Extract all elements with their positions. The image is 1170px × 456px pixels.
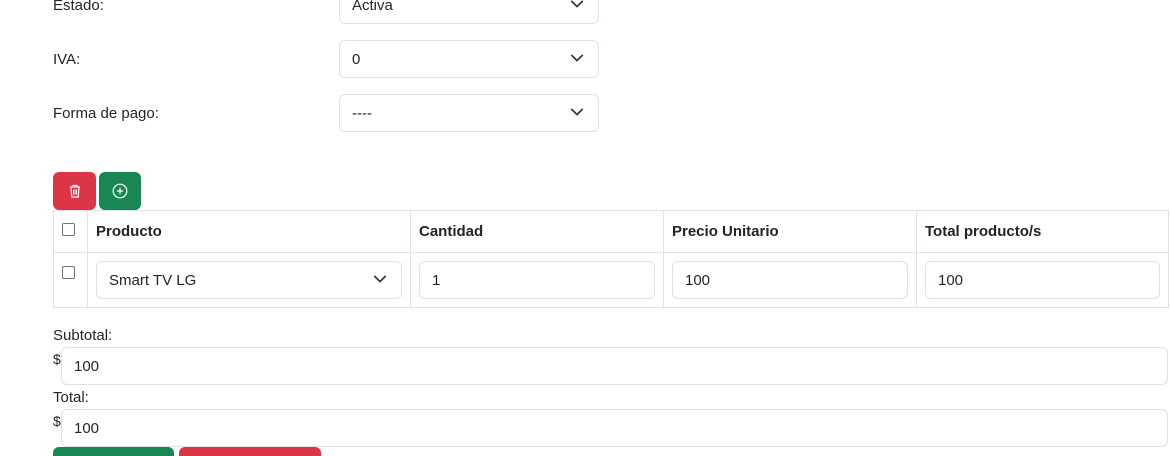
chevron-down-icon [570,54,584,62]
plus-circle-icon [112,183,128,199]
producto-select[interactable]: Smart TV LG [96,261,402,299]
invoice-form: Estado: Activa IVA: 0 Forma de pago: ---… [0,0,1170,456]
total-sum-value: 100 [74,419,100,437]
total-label: Total: [53,389,89,406]
header-cantidad: Cantidad [410,210,664,253]
estado-label: Estado: [53,0,104,14]
forma-pago-select-value: ---- [352,104,372,122]
subtotal-input[interactable]: 100 [61,347,1168,385]
products-table: Producto Cantidad Precio Unitario Total … [53,210,1169,308]
row-select-cell [53,252,88,308]
header-producto: Producto [87,210,411,253]
trash-icon [69,184,80,198]
row-checkbox[interactable] [62,266,75,279]
total-value: 100 [938,271,964,289]
precio-unitario-input[interactable]: 100 [672,261,908,299]
cancel-button[interactable] [179,447,321,456]
total-currency: $ [53,413,61,429]
iva-label: IVA: [53,51,81,68]
forma-pago-select[interactable]: ---- [339,94,599,132]
forma-pago-label: Forma de pago: [53,105,159,122]
producto-cell: Smart TV LG [87,252,411,308]
header-precio-unitario: Precio Unitario [663,210,917,253]
total-producto-input[interactable]: 100 [925,261,1160,299]
cantidad-input[interactable]: 1 [419,261,655,299]
precio-value: 100 [685,271,711,289]
total-cell: 100 [916,252,1169,308]
select-all-checkbox[interactable] [62,223,75,236]
producto-select-value: Smart TV LG [109,271,197,289]
chevron-down-icon [570,0,584,8]
cantidad-value: 1 [432,271,441,289]
subtotal-value: 100 [74,357,100,375]
precio-cell: 100 [663,252,917,308]
chevron-down-icon [373,275,387,283]
iva-select-value: 0 [352,50,361,68]
iva-select[interactable]: 0 [339,40,599,78]
add-row-button[interactable] [99,172,141,210]
table-header-row: Producto Cantidad Precio Unitario Total … [53,210,1169,253]
cantidad-cell: 1 [410,252,664,308]
subtotal-label: Subtotal: [53,327,113,344]
total-input[interactable]: 100 [61,409,1168,447]
estado-select[interactable]: Activa [339,0,599,24]
estado-select-value: Activa [352,0,393,14]
save-button[interactable] [53,447,174,456]
subtotal-currency: $ [53,351,61,367]
chevron-down-icon [570,108,584,116]
table-row: Smart TV LG 1 100 100 [53,252,1169,308]
header-total-producto: Total producto/s [916,210,1169,253]
select-all-cell [53,210,88,253]
delete-row-button[interactable] [53,172,96,210]
